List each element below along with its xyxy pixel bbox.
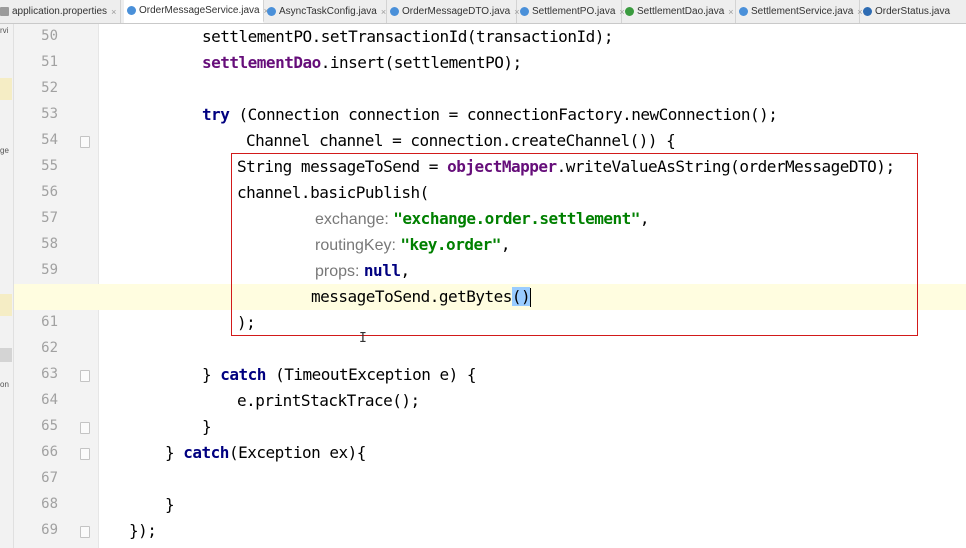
code-line[interactable]: settlementPO.setTransactionId(transactio… xyxy=(202,27,613,46)
tab-settlementservice-java[interactable]: SettlementService.java × xyxy=(736,0,863,23)
tab-asynctaskconfig-java[interactable]: AsyncTaskConfig.java × xyxy=(264,0,387,23)
code-line[interactable]: }); xyxy=(129,521,157,540)
line-number: 57 xyxy=(41,210,58,226)
line-number: 65 xyxy=(41,418,58,434)
line-number: 61 xyxy=(41,314,58,330)
tab-settlementdao-java[interactable]: SettlementDao.java × xyxy=(622,0,736,23)
strip-selection xyxy=(0,348,12,362)
tab-label: OrderMessageDTO.java xyxy=(402,6,511,17)
code-token: e.printStackTrace(); xyxy=(237,391,420,410)
code-token: }); xyxy=(129,521,157,540)
line-number: 52 xyxy=(41,80,58,96)
class-icon xyxy=(520,7,529,16)
tab-label: OrderMessageService.java xyxy=(139,5,260,16)
line-number: 62 xyxy=(41,340,58,356)
code-token: settlementDao xyxy=(202,53,321,72)
class-icon xyxy=(127,6,136,15)
tab-ordermessagedto-java[interactable]: OrderMessageDTO.java × xyxy=(387,0,519,23)
tab-label: application.properties xyxy=(12,6,108,17)
fold-marker-icon[interactable] xyxy=(80,370,90,382)
tab-label: SettlementDao.java xyxy=(637,6,725,17)
line-number: 51 xyxy=(41,54,58,70)
fold-marker-icon[interactable] xyxy=(80,448,90,460)
code-token: } xyxy=(202,417,212,436)
line-number: 66 xyxy=(41,444,58,460)
properties-file-icon xyxy=(0,7,9,16)
code-line[interactable]: Channel channel = connection.createChann… xyxy=(246,131,676,150)
code-line[interactable]: e.printStackTrace(); xyxy=(237,391,420,410)
code-line[interactable]: try (Connection connection = connectionF… xyxy=(202,105,778,124)
code-token: try xyxy=(202,105,230,124)
line-number: 68 xyxy=(41,496,58,512)
tab-ordermessageservice-java[interactable]: OrderMessageService.java× xyxy=(124,0,269,23)
code-line[interactable]: } catch(Exception ex){ xyxy=(165,443,366,462)
code-line[interactable]: settlementDao.insert(settlementPO); xyxy=(202,53,522,72)
strip-highlight xyxy=(0,78,12,100)
code-token: settlementPO.setTransactionId(transactio… xyxy=(202,27,613,46)
tab-label: OrderStatus.java xyxy=(875,6,951,17)
strip-highlight xyxy=(0,294,12,316)
line-number: 55 xyxy=(41,158,58,174)
code-token: .newConnection(); xyxy=(622,105,778,124)
close-icon[interactable]: × xyxy=(381,7,386,17)
code-token: (TimeoutException e) { xyxy=(265,365,476,384)
fold-marker-icon[interactable] xyxy=(80,526,90,538)
tab-label: SettlementPO.java xyxy=(532,6,616,17)
editor-tab-bar: application.properties × OrderMessageServi… xyxy=(0,0,966,24)
line-number: 69 xyxy=(41,522,58,538)
line-number: 56 xyxy=(41,184,58,200)
code-token: Channel channel = connection.createChann… xyxy=(246,131,676,150)
project-tool-window-edge[interactable]: rvi ge on xyxy=(0,24,14,548)
code-token: (Exception ex){ xyxy=(228,443,367,462)
strip-text-fragment: ge xyxy=(0,146,9,155)
code-token: .insert(settlementPO); xyxy=(320,53,522,72)
strip-text-fragment: on xyxy=(0,380,9,389)
line-number: 63 xyxy=(41,366,58,382)
tab-label: AsyncTaskConfig.java xyxy=(279,6,377,17)
class-icon xyxy=(267,7,276,16)
line-number: 59 xyxy=(41,262,58,278)
class-icon xyxy=(390,7,399,16)
line-number: 53 xyxy=(41,106,58,122)
line-number: 58 xyxy=(41,236,58,252)
code-token: } xyxy=(202,365,221,384)
close-icon[interactable]: × xyxy=(111,7,116,17)
code-line[interactable]: } xyxy=(202,417,212,436)
class-icon xyxy=(739,7,748,16)
tab-application-properties[interactable]: application.properties × xyxy=(0,0,121,23)
code-line[interactable]: } xyxy=(165,495,175,514)
annotation-highlight-box xyxy=(231,153,918,336)
code-token: catch xyxy=(183,443,229,462)
code-token: } xyxy=(165,443,184,462)
enum-icon xyxy=(863,7,872,16)
code-token: (Connection connection = xyxy=(229,105,467,124)
tab-orderstatus-java[interactable]: OrderStatus.java xyxy=(860,0,966,23)
line-number: 64 xyxy=(41,392,58,408)
mouse-text-cursor-icon: I xyxy=(359,331,367,346)
code-line[interactable]: } catch (TimeoutException e) { xyxy=(202,365,477,384)
line-number: 54 xyxy=(41,132,58,148)
tab-settlementpo-java[interactable]: SettlementPO.java × xyxy=(517,0,625,23)
fold-marker-icon[interactable] xyxy=(80,422,90,434)
tab-label: SettlementService.java xyxy=(751,6,854,17)
line-number: 67 xyxy=(41,470,58,486)
code-token: catch xyxy=(220,365,266,384)
close-icon[interactable]: × xyxy=(728,7,733,17)
code-token: connectionFactory xyxy=(466,105,623,124)
strip-text-fragment: rvi xyxy=(0,26,9,35)
line-number: 50 xyxy=(41,28,58,44)
interface-icon xyxy=(625,7,634,16)
code-token: } xyxy=(165,495,175,514)
fold-marker-icon[interactable] xyxy=(80,136,90,148)
